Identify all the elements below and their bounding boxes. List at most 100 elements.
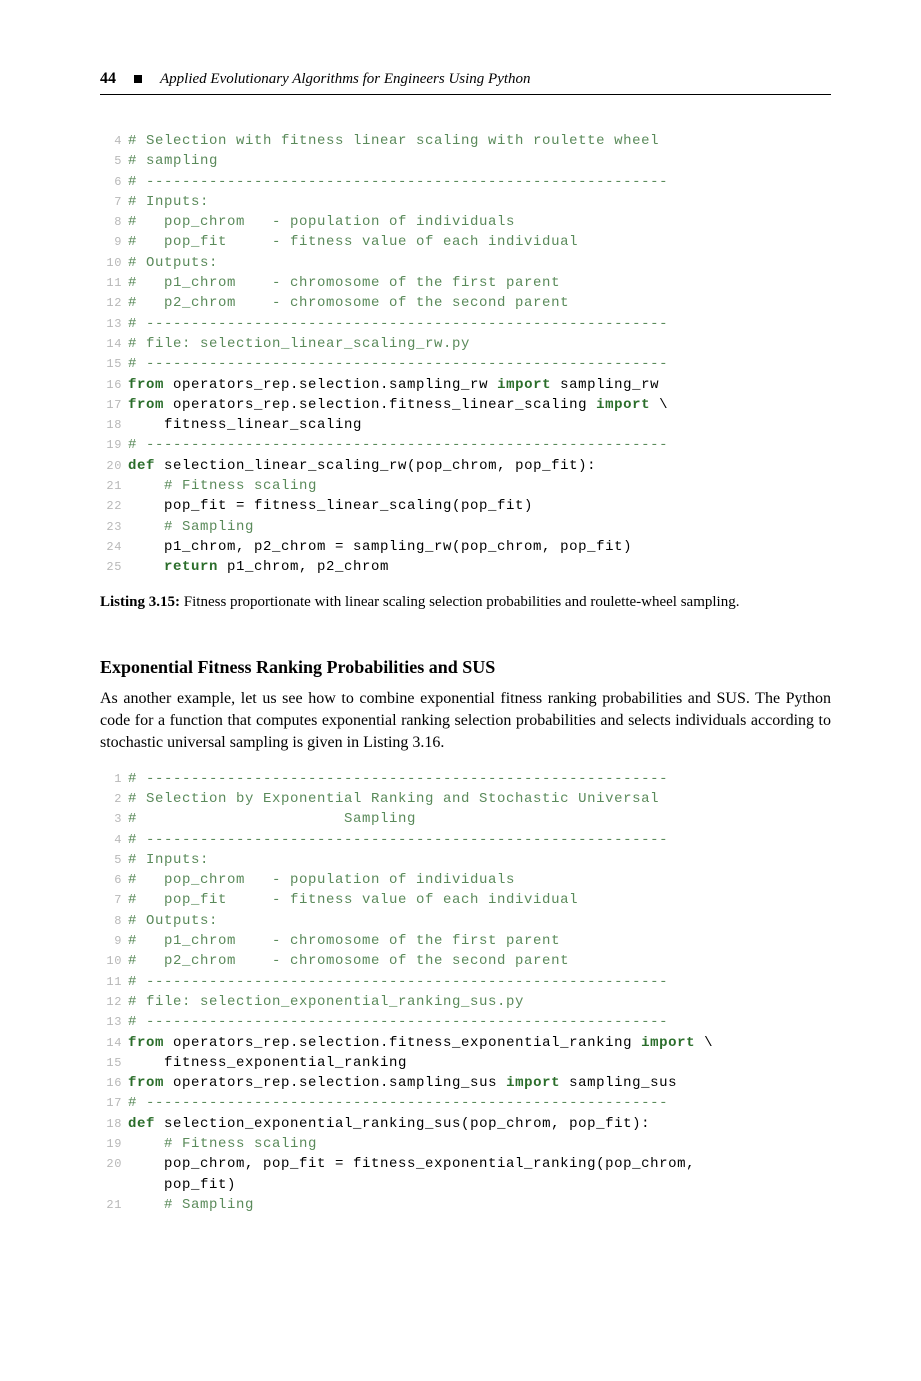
code-text: from operators_rep.selection.fitness_exp… (128, 1033, 831, 1053)
section-paragraph: As another example, let us see how to co… (100, 688, 831, 755)
code-text: fitness_linear_scaling (128, 415, 831, 435)
line-number: 14 (100, 334, 122, 354)
code-text: # --------------------------------------… (128, 769, 831, 789)
code-line: 8 # pop_chrom - population of individuals (100, 212, 831, 232)
line-number: 8 (100, 212, 122, 232)
code-line: 11 # p1_chrom - chromosome of the first p… (100, 273, 831, 293)
code-text: from operators_rep.selection.sampling_rw… (128, 375, 831, 395)
line-number: 15 (100, 1053, 122, 1073)
code-text: # p1_chrom - chromosome of the first par… (128, 931, 831, 951)
code-line: 5# sampling (100, 151, 831, 171)
line-number: 3 (100, 809, 122, 829)
listing-3-16-code: 1 # -------------------------------------… (100, 769, 831, 1216)
line-number: 4 (100, 830, 122, 850)
code-text: # Inputs: (128, 850, 831, 870)
line-number: 24 (100, 537, 122, 557)
code-text: # p2_chrom - chromosome of the second pa… (128, 293, 831, 313)
line-number: 6 (100, 172, 122, 192)
code-line: 6 # pop_chrom - population of individuals (100, 870, 831, 890)
code-line: 10# p2_chrom - chromosome of the second … (100, 951, 831, 971)
code-text: # --------------------------------------… (128, 1093, 831, 1113)
line-number: 7 (100, 890, 122, 910)
line-number: 17 (100, 1093, 122, 1113)
code-line: 4# Selection with fitness linear scaling… (100, 131, 831, 151)
line-number: 25 (100, 557, 122, 577)
code-line: 18 def selection_exponential_ranking_sus(… (100, 1114, 831, 1134)
line-number: 22 (100, 496, 122, 516)
code-text: # file: selection_exponential_ranking_su… (128, 992, 831, 1012)
code-line: 16from operators_rep.selection.sampling_… (100, 375, 831, 395)
code-text: # sampling (128, 151, 831, 171)
page-header: 44 Applied Evolutionary Algorithms for E… (100, 70, 831, 95)
listing-3-15-caption: Listing 3.15: Fitness proportionate with… (100, 592, 831, 613)
code-text: # pop_fit - fitness value of each indivi… (128, 232, 831, 252)
code-text: fitness_exponential_ranking (128, 1053, 831, 1073)
code-text: # pop_chrom - population of individuals (128, 212, 831, 232)
code-text: return p1_chrom, p2_chrom (128, 557, 831, 577)
code-text: def selection_exponential_ranking_sus(po… (128, 1114, 831, 1134)
code-text: from operators_rep.selection.fitness_lin… (128, 395, 831, 415)
line-number: 6 (100, 870, 122, 890)
code-line: 6# -------------------------------------… (100, 172, 831, 192)
code-line: 5 # Inputs: (100, 850, 831, 870)
line-number (100, 1175, 122, 1195)
line-number: 23 (100, 517, 122, 537)
line-number: 16 (100, 1073, 122, 1093)
line-number: 8 (100, 911, 122, 931)
line-number: 7 (100, 192, 122, 212)
line-number: 12 (100, 293, 122, 313)
line-number: 1 (100, 769, 122, 789)
code-text: # p1_chrom - chromosome of the first par… (128, 273, 831, 293)
line-number: 11 (100, 972, 122, 992)
code-text: # pop_chrom - population of individuals (128, 870, 831, 890)
code-line: 14from operators_rep.selection.fitness_e… (100, 1033, 831, 1053)
line-number: 17 (100, 395, 122, 415)
book-title: Applied Evolutionary Algorithms for Engi… (160, 71, 531, 88)
line-number: 19 (100, 435, 122, 455)
code-line: 13# ------------------------------------… (100, 314, 831, 334)
code-line: 10# Outputs: (100, 253, 831, 273)
line-number: 10 (100, 951, 122, 971)
section-heading: Exponential Fitness Ranking Probabilitie… (100, 657, 831, 678)
code-text: # Outputs: (128, 253, 831, 273)
code-line: 14# file: selection_linear_scaling_rw.py (100, 334, 831, 354)
code-line: 7 # Inputs: (100, 192, 831, 212)
code-line: 17 # ------------------------------------… (100, 1093, 831, 1113)
code-line: 23 # Sampling (100, 517, 831, 537)
line-number: 18 (100, 1114, 122, 1134)
line-number: 21 (100, 476, 122, 496)
caption-text: Fitness proportionate with linear scalin… (180, 594, 739, 610)
line-number: 13 (100, 314, 122, 334)
code-text: # Sampling (128, 517, 831, 537)
code-text: # --------------------------------------… (128, 830, 831, 850)
code-text: # --------------------------------------… (128, 354, 831, 374)
code-line: 17 from operators_rep.selection.fitness_l… (100, 395, 831, 415)
code-line: 19 # ------------------------------------… (100, 435, 831, 455)
code-text: # --------------------------------------… (128, 435, 831, 455)
code-text: # Selection by Exponential Ranking and S… (128, 789, 831, 809)
code-line: 15 # ------------------------------------… (100, 354, 831, 374)
code-line: 3# Sampling (100, 809, 831, 829)
code-text: # Outputs: (128, 911, 831, 931)
line-number: 21 (100, 1195, 122, 1215)
line-number: 13 (100, 1012, 122, 1032)
code-line: 19 # Fitness scaling (100, 1134, 831, 1154)
code-text: # Inputs: (128, 192, 831, 212)
code-line: 8 # Outputs: (100, 911, 831, 931)
line-number: 2 (100, 789, 122, 809)
page: 44 Applied Evolutionary Algorithms for E… (0, 0, 921, 1381)
code-line: 20def selection_linear_scaling_rw(pop_ch… (100, 456, 831, 476)
code-text: p1_chrom, p2_chrom = sampling_rw(pop_chr… (128, 537, 831, 557)
code-line: 21 # Sampling (100, 1195, 831, 1215)
code-line: 13 # ------------------------------------… (100, 1012, 831, 1032)
code-line: 15 fitness_exponential_ranking (100, 1053, 831, 1073)
line-number: 15 (100, 354, 122, 374)
line-number: 19 (100, 1134, 122, 1154)
line-number: 9 (100, 232, 122, 252)
code-text: # --------------------------------------… (128, 1012, 831, 1032)
code-text: pop_chrom, pop_fit = fitness_exponential… (128, 1154, 831, 1174)
line-number: 18 (100, 415, 122, 435)
line-number: 11 (100, 273, 122, 293)
line-number: 20 (100, 1154, 122, 1174)
line-number: 5 (100, 850, 122, 870)
